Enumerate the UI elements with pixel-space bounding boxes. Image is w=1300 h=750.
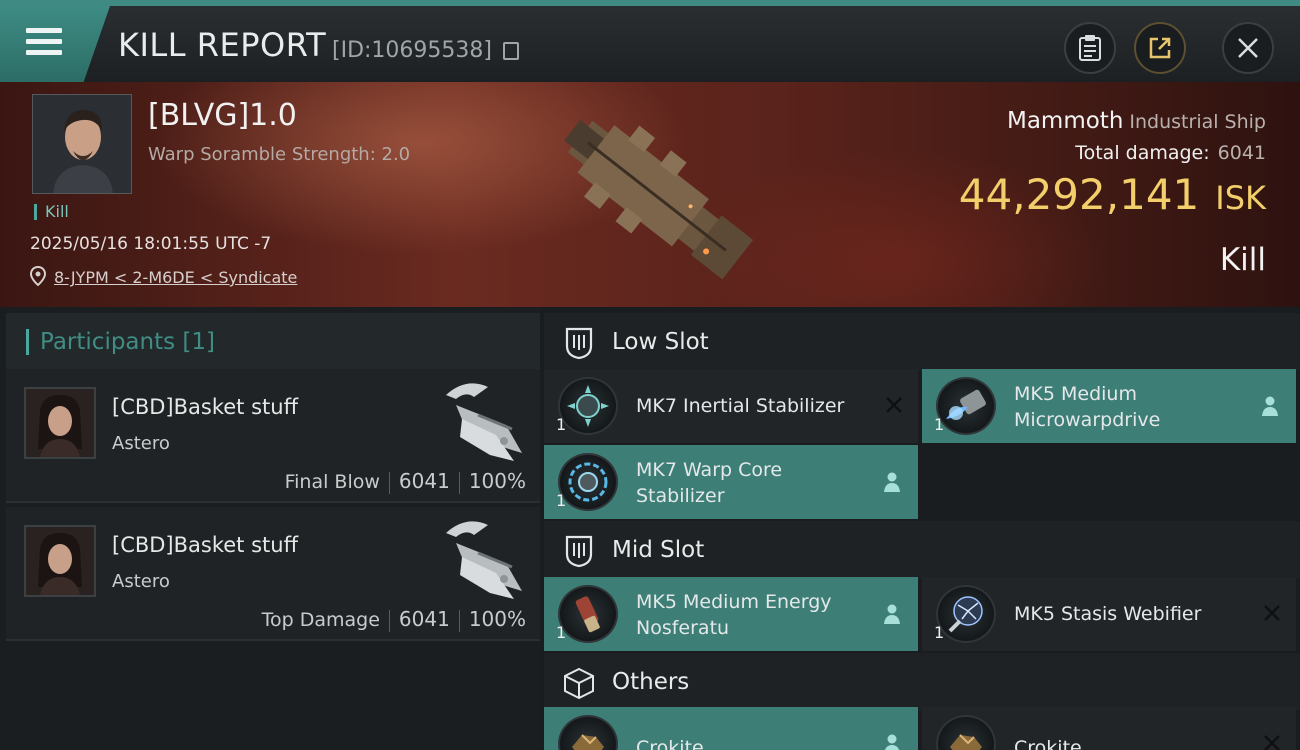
report-id: [ID:10695538] (332, 38, 492, 63)
isk-value-row: 44,292,141 ISK (959, 170, 1266, 219)
module-quantity: 1 (934, 623, 945, 642)
pilot-portrait-icon (33, 95, 131, 193)
result-label: Kill (1219, 242, 1266, 278)
mid-slot-header: Mid Slot (544, 521, 1300, 579)
warp-core-stabilizer-icon (558, 453, 618, 511)
fitting-panel: Low Slot 1 MK7 Inertial Stabilizer 1 MK5… (540, 307, 1300, 750)
astero-ship-icon (446, 383, 522, 461)
close-button[interactable] (1222, 22, 1274, 74)
participant-damage: 6041 (398, 607, 450, 631)
participants-panel: Participants [1] [CBD]Basket stuff Aster… (0, 307, 540, 750)
stasis-webifier-icon (936, 585, 996, 643)
title-bar: KILL REPORT [ID:10695538] (0, 0, 1300, 82)
destroyed-x-icon (1264, 605, 1280, 621)
kill-type-tag: Kill (34, 204, 69, 220)
module-item[interactable]: Crokite (922, 707, 1296, 750)
module-name: MK7 Warp Core Stabilizer (636, 459, 783, 507)
participant-ship: Astero (112, 433, 170, 454)
location-pin-icon (30, 266, 46, 286)
module-item[interactable]: 1 MK7 Warp Core Stabilizer (544, 445, 918, 519)
isk-value: 44,292,141 (958, 170, 1200, 219)
module-name: Crokite (1014, 737, 1082, 750)
inertial-stabilizer-icon (558, 377, 618, 435)
dropped-person-icon (884, 604, 900, 624)
destroyed-x-icon (886, 397, 902, 413)
participant-damage: 6041 (398, 469, 450, 493)
participant-name[interactable]: [CBD]Basket stuff (112, 395, 298, 419)
participants-title: Participants [1] (40, 329, 215, 355)
participant-role: Final Blow (284, 471, 380, 493)
pilot-portrait-icon (26, 389, 94, 457)
total-damage: Total damage: 6041 (1075, 142, 1266, 164)
total-damage-label: Total damage: (1075, 142, 1210, 164)
module-name: MK7 Inertial Stabilizer (636, 395, 845, 417)
participant-percent: 100% (468, 469, 526, 493)
module-item[interactable]: Crokite (544, 707, 918, 750)
isk-unit: ISK (1215, 179, 1266, 217)
clipboard-icon (1079, 35, 1101, 61)
participant-portrait[interactable] (24, 387, 96, 459)
cargo-box-icon (564, 667, 594, 700)
share-button[interactable] (1134, 22, 1186, 74)
module-name: MK5 Stasis Webifier (1014, 603, 1202, 625)
module-item[interactable]: 1 MK5 Stasis Webifier (922, 577, 1296, 651)
participant-name[interactable]: [CBD]Basket stuff (112, 533, 298, 557)
energy-nosferatu-icon (558, 585, 618, 643)
hamburger-menu-icon (26, 28, 62, 56)
kill-datetime: 2025/05/16 18:01:55 UTC -7 (30, 234, 272, 254)
mid-slot-icon (565, 535, 593, 568)
header-accent-bar (26, 329, 29, 355)
module-item[interactable]: 1 MK5 Medium Energy Nosferatu (544, 577, 918, 651)
others-header: Others (544, 653, 1300, 711)
dropped-person-icon (884, 734, 900, 750)
participant-row[interactable]: [CBD]Basket stuff Astero Top Damage 6041 1… (6, 507, 540, 641)
page-title: KILL REPORT (118, 26, 327, 64)
microwarpdrive-icon (936, 377, 996, 435)
module-item[interactable]: 1 MK7 Inertial Stabilizer (544, 369, 918, 443)
dropped-person-icon (884, 472, 900, 492)
crokite-ore-icon (558, 715, 618, 750)
participant-row[interactable]: [CBD]Basket stuff Astero Final Blow 6041 1… (6, 369, 540, 503)
ship-render (564, 120, 754, 280)
victim-portrait[interactable] (32, 94, 132, 194)
astero-ship-icon (446, 521, 522, 599)
clipboard-button[interactable] (1064, 22, 1116, 74)
kill-banner: [BLVG]1.0 Warp Soramble Strength: 2.0 Ki… (0, 82, 1300, 307)
menu-button[interactable] (0, 6, 110, 82)
participant-percent: 100% (468, 607, 526, 631)
low-slot-icon (565, 327, 593, 360)
copy-id-icon[interactable] (503, 42, 519, 60)
module-quantity: 1 (556, 623, 567, 642)
module-quantity: 1 (934, 415, 945, 434)
module-name: Crokite (636, 737, 704, 750)
participants-header: Participants [1] (6, 313, 540, 371)
module-item[interactable]: 1 MK5 Medium Microwarpdrive (922, 369, 1296, 443)
mid-slot-title: Mid Slot (612, 537, 705, 563)
low-slot-header: Low Slot (544, 313, 1300, 371)
dropped-person-icon (1262, 396, 1278, 416)
participant-stats: Final Blow 6041 100% (285, 469, 526, 494)
location-link[interactable]: 8-JYPM < 2-M6DE < Syndicate (54, 268, 297, 287)
participant-role: Top Damage (261, 609, 380, 631)
ship-name: Mammoth (1006, 108, 1124, 134)
module-name: MK5 Medium Microwarpdrive (1014, 383, 1161, 431)
ship-class: Industrial Ship (1129, 111, 1266, 133)
module-quantity: 1 (556, 491, 567, 510)
ship-type[interactable]: Mammoth Industrial Ship (1007, 108, 1266, 134)
close-icon (1238, 38, 1258, 58)
participant-ship: Astero (112, 571, 170, 592)
module-name: MK5 Medium Energy Nosferatu (636, 591, 832, 639)
destroyed-x-icon (1264, 735, 1280, 750)
total-damage-value: 6041 (1217, 142, 1266, 164)
participant-portrait[interactable] (24, 525, 96, 597)
module-quantity: 1 (556, 415, 567, 434)
share-icon (1149, 37, 1171, 59)
others-title: Others (612, 669, 690, 695)
victim-name[interactable]: [BLVG]1.0 (148, 98, 297, 133)
warp-scramble-strength: Warp Soramble Strength: 2.0 (148, 144, 411, 165)
low-slot-title: Low Slot (612, 329, 709, 355)
participant-stats: Top Damage 6041 100% (262, 607, 526, 632)
pilot-portrait-icon (26, 527, 94, 595)
crokite-ore-icon (936, 715, 996, 750)
